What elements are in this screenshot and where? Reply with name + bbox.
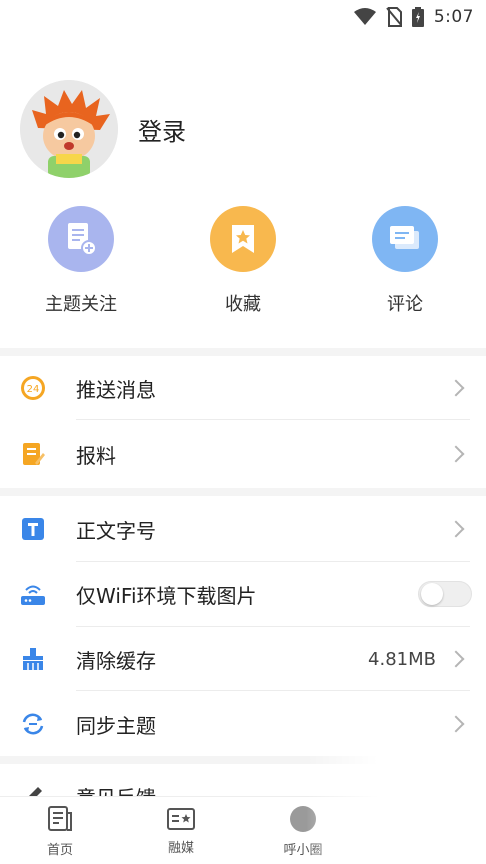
svg-text:24: 24 [27, 384, 40, 395]
chevron-right-icon [447, 520, 465, 538]
comment-icon [372, 206, 438, 272]
favorite-button[interactable]: 收藏 [183, 206, 303, 316]
wifi-icon [353, 8, 376, 25]
row-divider [76, 419, 470, 420]
report-doc-icon [20, 441, 46, 467]
quick-actions: 主题关注 收藏 评论 [0, 206, 486, 326]
wifi-images-label: 仅WiFi环境下载图片 [76, 583, 257, 608]
push-messages-label: 推送消息 [76, 377, 156, 402]
report-label: 报料 [76, 443, 116, 468]
chevron-right-icon [447, 650, 465, 668]
avatar[interactable] [20, 80, 118, 178]
no-sim-icon [386, 7, 402, 27]
overlay-fade [306, 755, 486, 864]
chevron-right-icon [447, 445, 465, 463]
row-divider [76, 690, 470, 691]
topic-follow-icon [48, 206, 114, 272]
menu-row-report[interactable]: 报料 [0, 422, 486, 486]
text-size-icon [20, 516, 46, 542]
sync-icon [20, 711, 46, 737]
tab-media-label: 融媒 [167, 841, 194, 856]
section-divider [0, 348, 486, 356]
home-news-icon [48, 806, 72, 831]
profile-header[interactable]: 登录 [20, 80, 186, 178]
chevron-right-icon [447, 715, 465, 733]
menu-row-sync-theme[interactable]: 同步主题 [0, 692, 486, 756]
tab-home[interactable]: 首页 [15, 805, 105, 858]
router-icon [20, 581, 46, 607]
tab-home-label: 首页 [46, 843, 73, 858]
media-card-icon [167, 808, 195, 830]
topic-follow-label: 主题关注 [45, 294, 117, 315]
cache-size-value: 4.81MB [368, 648, 436, 670]
tab-media[interactable]: 融媒 [136, 805, 226, 856]
menu-row-clear-cache[interactable]: 清除缓存 4.81MB [0, 627, 486, 691]
chevron-right-icon [447, 379, 465, 397]
comment-button[interactable]: 评论 [345, 206, 465, 316]
status-bar: 5:07 [0, 0, 486, 34]
toggle-knob [421, 583, 443, 605]
push-24-icon: 24 [20, 375, 46, 401]
broom-icon [20, 646, 46, 672]
battery-icon [411, 7, 424, 27]
favorite-label: 收藏 [225, 294, 261, 315]
sync-theme-label: 同步主题 [76, 713, 156, 738]
section-divider [0, 488, 486, 496]
login-link[interactable]: 登录 [138, 112, 186, 147]
font-size-label: 正文字号 [76, 518, 156, 543]
mascot-avatar-icon [20, 80, 118, 178]
status-time: 5:07 [433, 7, 474, 27]
wifi-images-toggle[interactable] [418, 581, 472, 607]
menu-row-push-messages[interactable]: 24 推送消息 [0, 356, 486, 420]
clear-cache-label: 清除缓存 [76, 648, 156, 673]
menu-row-font-size[interactable]: 正文字号 [0, 497, 486, 561]
topic-follow-button[interactable]: 主题关注 [21, 206, 141, 316]
favorite-icon [210, 206, 276, 272]
menu-row-wifi-images: 仅WiFi环境下载图片 [0, 562, 486, 626]
comment-label: 评论 [387, 294, 423, 315]
